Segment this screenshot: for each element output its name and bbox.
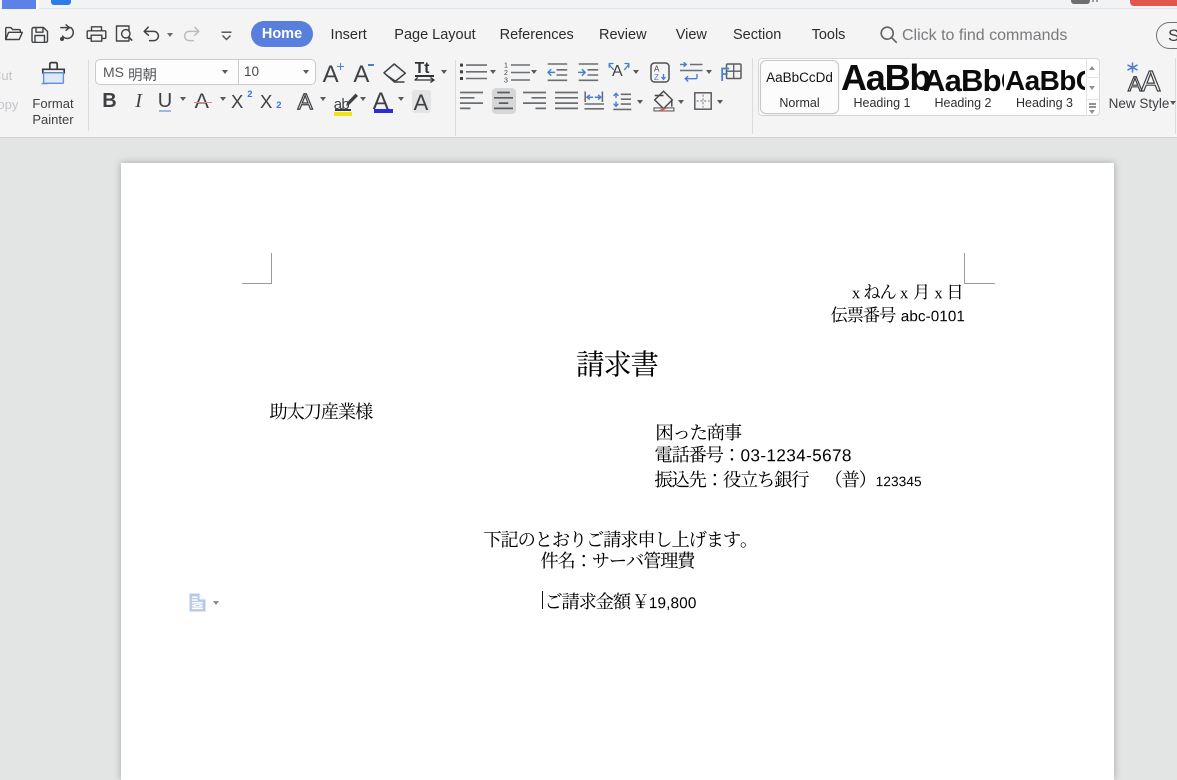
svg-text:3: 3: [504, 78, 508, 84]
svg-text:2: 2: [504, 70, 508, 77]
svg-text:Z: Z: [654, 73, 659, 82]
svg-text:1: 1: [504, 63, 508, 70]
